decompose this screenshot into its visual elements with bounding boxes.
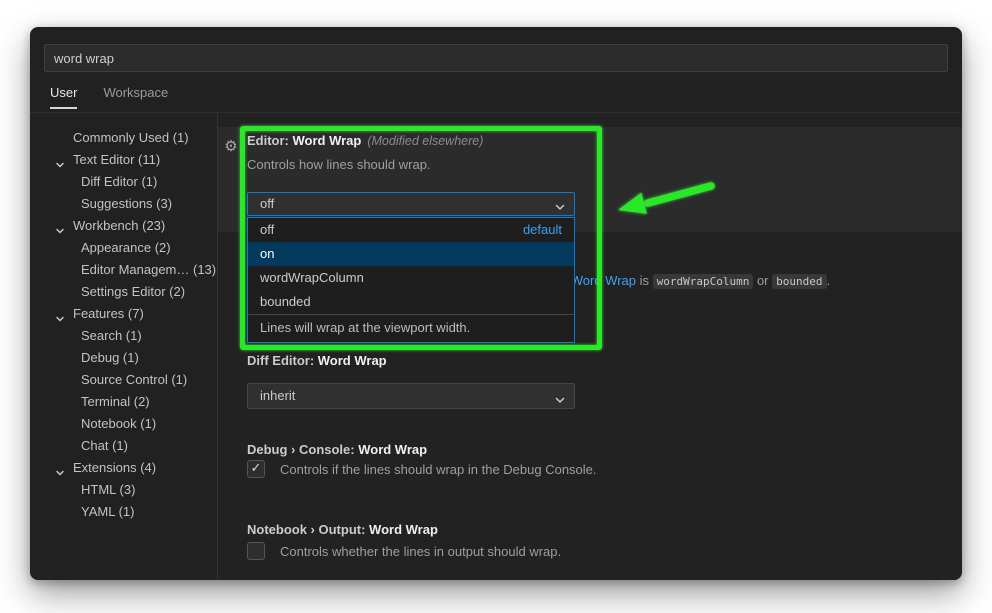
diff-word-wrap-select[interactable]: inherit: [247, 383, 575, 409]
sidebar-item-features[interactable]: Features (7): [30, 303, 217, 325]
dropdown-option-info: Lines will wrap at the viewport width.: [248, 314, 574, 342]
description-text: .: [827, 273, 831, 288]
sidebar-item-debug[interactable]: Debug (1): [30, 347, 217, 369]
word-wrap-dropdown-list: off default on wordWrapColumn bounded Li…: [247, 217, 575, 343]
sidebar-item-editor-management[interactable]: Editor Managem… (13): [30, 259, 217, 281]
setting-category: Notebook › Output:: [247, 522, 369, 537]
sidebar-item-label: Diff Editor (1): [81, 174, 157, 189]
chevron-down-icon: [554, 198, 566, 210]
modified-elsewhere-note: (Modified elsewhere): [367, 134, 483, 148]
sidebar-item-html[interactable]: HTML (3): [30, 479, 217, 501]
setting-title-debug-console-word-wrap: Debug › Console: Word Wrap: [247, 442, 427, 457]
setting-title-editor-word-wrap: Editor: Word Wrap (Modified elsewhere): [247, 133, 483, 148]
sidebar-item-appearance[interactable]: Appearance (2): [30, 237, 217, 259]
setting-category: Debug › Console:: [247, 442, 358, 457]
setting-category: Editor:: [247, 133, 293, 148]
sidebar-item-label: Notebook (1): [81, 416, 156, 431]
sidebar-item-yaml[interactable]: YAML (1): [30, 501, 217, 523]
sidebar-item-text-editor[interactable]: Text Editor (11): [30, 149, 217, 171]
dropdown-option-on[interactable]: on: [248, 242, 574, 266]
settings-search-row: [44, 44, 948, 72]
chevron-down-icon: [55, 221, 65, 231]
sidebar-item-label: HTML (3): [81, 482, 135, 497]
settings-editor-window: User Workspace Commonly Used (1) Text Ed…: [30, 27, 962, 580]
dropdown-option-wordwrapcolumn[interactable]: wordWrapColumn: [248, 266, 574, 290]
settings-content: Commonly Used (1) Text Editor (11) Diff …: [30, 113, 962, 580]
chevron-down-icon: [55, 309, 65, 319]
sidebar-item-label: Extensions (4): [73, 460, 156, 475]
sidebar-item-label: YAML (1): [81, 504, 134, 519]
sidebar-item-settings-editor[interactable]: Settings Editor (2): [30, 281, 217, 303]
sidebar-item-label: Search (1): [81, 328, 142, 343]
sidebar-item-search[interactable]: Search (1): [30, 325, 217, 347]
sidebar-item-workbench[interactable]: Workbench (23): [30, 215, 217, 237]
sidebar-item-label: Appearance (2): [81, 240, 171, 255]
option-label: on: [260, 242, 274, 266]
sidebar-item-commonly-used[interactable]: Commonly Used (1): [30, 127, 217, 149]
setting-name: Word Wrap: [293, 133, 362, 148]
sidebar-item-label: Terminal (2): [81, 394, 150, 409]
sidebar-item-label: Suggestions (3): [81, 196, 172, 211]
sidebar-item-extensions[interactable]: Extensions (4): [30, 457, 217, 479]
setting-title-diff-editor-word-wrap: Diff Editor: Word Wrap: [247, 353, 387, 368]
word-wrap-select[interactable]: off: [247, 192, 575, 216]
setting-description: Controls how lines should wrap.: [247, 157, 431, 172]
settings-toc: Commonly Used (1) Text Editor (11) Diff …: [30, 113, 218, 580]
checkbox-description: Controls whether the lines in output sho…: [280, 544, 561, 559]
notebook-output-word-wrap-checkbox[interactable]: [247, 542, 265, 560]
setting-title-notebook-output-word-wrap: Notebook › Output: Word Wrap: [247, 522, 438, 537]
dropdown-option-bounded[interactable]: bounded: [248, 290, 574, 314]
description-text: or: [753, 273, 772, 288]
sidebar-item-source-control[interactable]: Source Control (1): [30, 369, 217, 391]
sidebar-item-label: Debug (1): [81, 350, 139, 365]
debug-console-word-wrap-checkbox[interactable]: ✓: [247, 460, 265, 478]
settings-scope-tabs: User Workspace: [50, 85, 168, 109]
sidebar-item-chat[interactable]: Chat (1): [30, 435, 217, 457]
select-value: inherit: [260, 388, 295, 403]
sidebar-item-label: Editor Managem… (13): [81, 262, 216, 277]
code-chip: bounded: [772, 274, 826, 289]
tab-user[interactable]: User: [50, 85, 77, 109]
description-text: is: [636, 273, 653, 288]
sidebar-item-label: Workbench (23): [73, 218, 165, 233]
dropdown-option-off[interactable]: off default: [248, 218, 574, 242]
default-badge: default: [523, 218, 562, 242]
select-value: off: [260, 196, 274, 211]
settings-list: ⚙ Editor: Word Wrap(Modified elsewhere) …: [218, 113, 962, 580]
sidebar-item-diff-editor[interactable]: Diff Editor (1): [30, 171, 217, 193]
setting-name: Word Wrap: [318, 353, 387, 368]
sidebar-item-label: Commonly Used (1): [73, 130, 189, 145]
sidebar-item-label: Settings Editor (2): [81, 284, 185, 299]
setting-category: Diff Editor:: [247, 353, 318, 368]
setting-name: Word Wrap: [358, 442, 427, 457]
chevron-down-icon: [55, 463, 65, 473]
sidebar-item-notebook[interactable]: Notebook (1): [30, 413, 217, 435]
sidebar-item-label: Source Control (1): [81, 372, 187, 387]
sidebar-item-label: Text Editor (11): [73, 152, 160, 167]
sidebar-item-label: Chat (1): [81, 438, 128, 453]
option-label: off: [260, 218, 274, 242]
checkbox-description: Controls if the lines should wrap in the…: [280, 462, 597, 477]
settings-search-input[interactable]: [44, 44, 948, 72]
code-chip: wordWrapColumn: [653, 274, 754, 289]
setting-name: Word Wrap: [369, 522, 438, 537]
gear-icon[interactable]: ⚙: [222, 137, 240, 155]
sidebar-item-terminal[interactable]: Terminal (2): [30, 391, 217, 413]
option-label: wordWrapColumn: [260, 266, 364, 290]
chevron-down-icon: [55, 155, 65, 165]
option-label: bounded: [260, 290, 311, 314]
sidebar-item-suggestions[interactable]: Suggestions (3): [30, 193, 217, 215]
tab-workspace[interactable]: Workspace: [103, 85, 168, 109]
sidebar-item-label: Features (7): [73, 306, 144, 321]
chevron-down-icon: [554, 390, 566, 402]
